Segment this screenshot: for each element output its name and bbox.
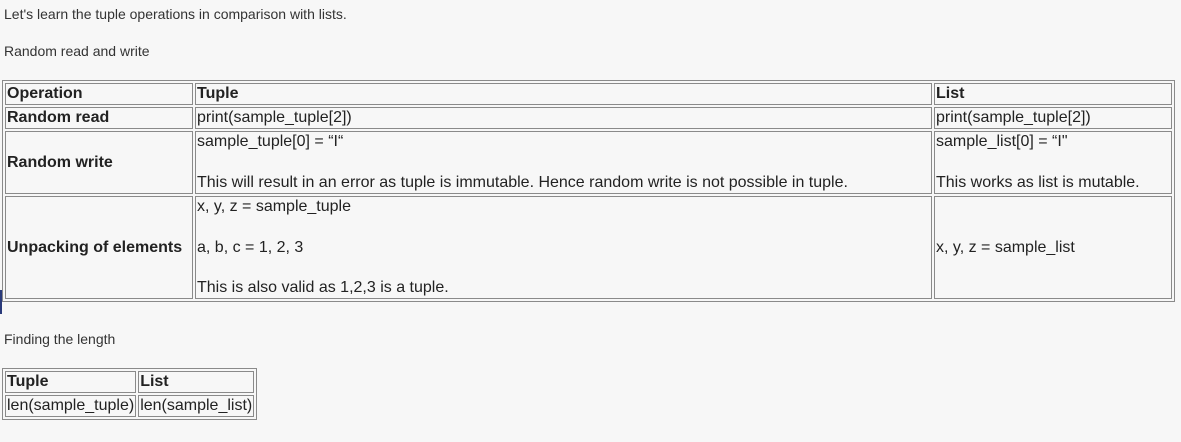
header-tuple: Tuple [5, 371, 137, 393]
length-comparison-table: Tuple List len(sample_tuple) len(sample_… [2, 368, 258, 420]
list-random-write-note: This works as list is mutable. [936, 174, 1140, 191]
header-tuple: Tuple [195, 83, 932, 105]
tuple-unpacking-line2: a, b, c = 1, 2, 3 [197, 238, 304, 256]
table-row-unpacking: Unpacking of elements x, y, z = sample_t… [5, 196, 1172, 299]
table-header-row: Tuple List [5, 371, 255, 393]
header-list: List [138, 371, 255, 393]
list-random-write-code: sample_list[0] = “I" [936, 133, 1068, 150]
label-unpacking: Unpacking of elements [5, 196, 193, 299]
tuple-unpacking-cell: x, y, z = sample_tuple a, b, c = 1, 2, 3… [195, 196, 932, 299]
tuple-random-write-note: This will result in an error as tuple is… [197, 174, 848, 191]
table-row-random-write: Random write sample_tuple[0] = “I“ This … [5, 131, 1172, 194]
list-random-read: print(sample_tuple[2]) [934, 107, 1172, 129]
tuple-unpacking-line3: This is also valid as 1,2,3 is a tuple. [197, 279, 449, 296]
tuple-random-read: print(sample_tuple[2]) [195, 107, 932, 129]
header-operation: Operation [5, 83, 193, 105]
table-row-random-read: Random read print(sample_tuple[2]) print… [5, 107, 1172, 129]
operations-comparison-table: Operation Tuple List Random read print(s… [2, 80, 1175, 302]
label-random-write: Random write [5, 131, 193, 194]
list-unpacking: x, y, z = sample_list [934, 196, 1172, 299]
tuple-random-write-cell: sample_tuple[0] = “I“ This will result i… [195, 131, 932, 194]
table-row: len(sample_tuple) len(sample_list) [5, 395, 255, 417]
list-length: len(sample_list) [138, 395, 255, 417]
tuple-length: len(sample_tuple) [5, 395, 137, 417]
tuple-unpacking-line1: x, y, z = sample_tuple [197, 198, 351, 215]
table-header-row: Operation Tuple List [5, 83, 1172, 105]
header-list: List [934, 83, 1172, 105]
label-random-read: Random read [5, 107, 193, 129]
section-title-random-read-write: Random read and write [4, 43, 150, 59]
intro-text: Let's learn the tuple operations in comp… [4, 6, 347, 22]
tuple-random-write-code: sample_tuple[0] = “I“ [197, 133, 344, 150]
left-edge-marker [0, 290, 2, 314]
section-title-finding-length: Finding the length [4, 331, 116, 347]
list-random-write-cell: sample_list[0] = “I" This works as list … [934, 131, 1172, 194]
